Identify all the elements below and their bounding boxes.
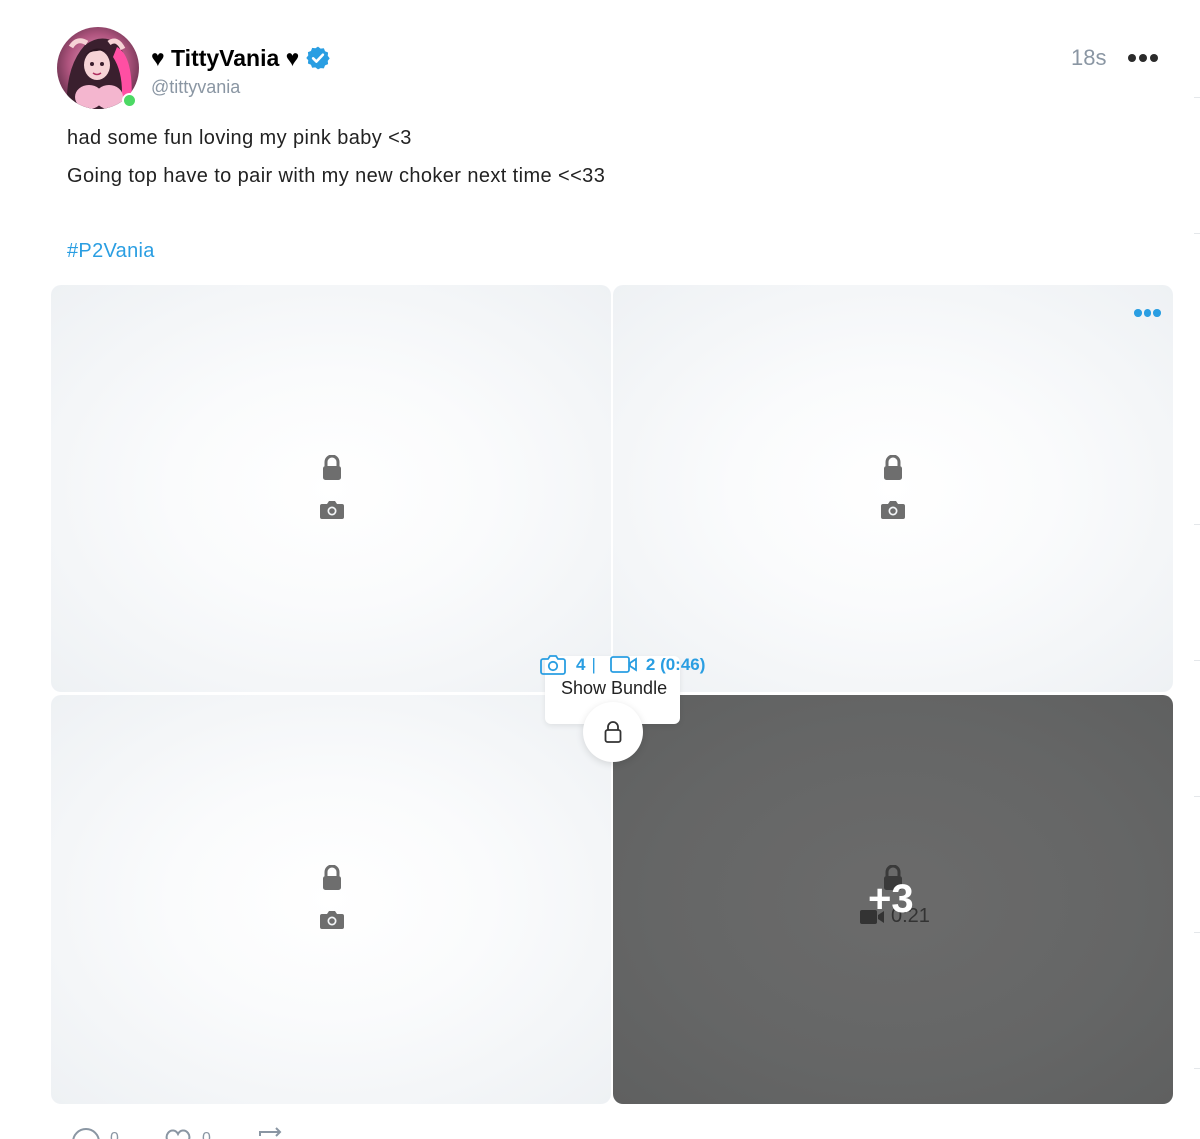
divider: [1194, 796, 1200, 797]
camera-icon: [881, 501, 905, 519]
divider: [1194, 524, 1200, 525]
divider: [1194, 97, 1200, 98]
heart-icon: [165, 1129, 191, 1139]
comment-count: 0: [110, 1130, 119, 1139]
divider: [1194, 233, 1200, 234]
post-more-options-button[interactable]: [1128, 50, 1160, 66]
verified-badge-icon: [306, 46, 331, 70]
post-text-line: Going top have to pair with my new choke…: [67, 165, 606, 187]
dot-icon: [1128, 54, 1136, 62]
comment-button[interactable]: 0: [70, 1126, 119, 1139]
dot-icon: [1139, 54, 1147, 62]
show-bundle-button[interactable]: Show Bundle: [561, 678, 667, 699]
repost-icon: [259, 1127, 282, 1137]
video-outline-icon: [609, 656, 637, 673]
post-text-line: had some fun loving my pink baby <3: [67, 127, 412, 149]
online-status-dot: [122, 93, 137, 108]
camera-icon: [320, 911, 344, 929]
media-tile-photo-locked[interactable]: [613, 285, 1173, 692]
divider: [1194, 660, 1200, 661]
author-handle[interactable]: @tittyvania: [151, 77, 240, 98]
dot-icon: [1143, 309, 1151, 317]
more-media-count: +3: [868, 877, 914, 921]
lock-icon: [884, 455, 902, 480]
unlock-bundle-button[interactable]: [583, 702, 643, 762]
like-count: 0: [202, 1130, 211, 1139]
post-card: ♥ TittyVania ♥ @tittyvania 18s had some …: [0, 0, 1200, 1139]
author-name-row[interactable]: ♥ TittyVania ♥: [151, 43, 331, 73]
author-display-name[interactable]: ♥ TittyVania ♥: [151, 45, 299, 72]
divider: [1194, 932, 1200, 933]
hashtag-link[interactable]: #P2Vania: [67, 240, 155, 263]
camera-icon: [320, 501, 344, 519]
dot-icon: [1150, 54, 1158, 62]
media-tile-photo-locked[interactable]: [51, 285, 611, 692]
media-more-options-button[interactable]: [1134, 309, 1164, 319]
bundle-video-count: 2 (0:46): [645, 655, 706, 674]
dot-icon: [1153, 309, 1161, 317]
avatar[interactable]: [57, 27, 139, 109]
bundle-separator: |: [591, 655, 596, 674]
dot-icon: [1134, 309, 1142, 317]
like-button[interactable]: 0: [162, 1126, 211, 1139]
repost-button[interactable]: [254, 1126, 286, 1139]
lock-outline-icon: [604, 721, 622, 743]
comment-icon: [72, 1128, 100, 1139]
bundle-photo-count: 4: [576, 655, 586, 674]
lock-icon: [323, 865, 341, 890]
lock-icon: [323, 455, 341, 480]
divider: [1194, 1068, 1200, 1069]
media-tile-photo-locked[interactable]: [51, 695, 611, 1104]
media-tile-video-locked[interactable]: 0:21 +3: [613, 695, 1173, 1104]
bundle-stats: 4 | 2 (0:46): [540, 654, 705, 676]
post-timestamp[interactable]: 18s: [1071, 45, 1106, 71]
camera-outline-icon: [540, 655, 566, 675]
